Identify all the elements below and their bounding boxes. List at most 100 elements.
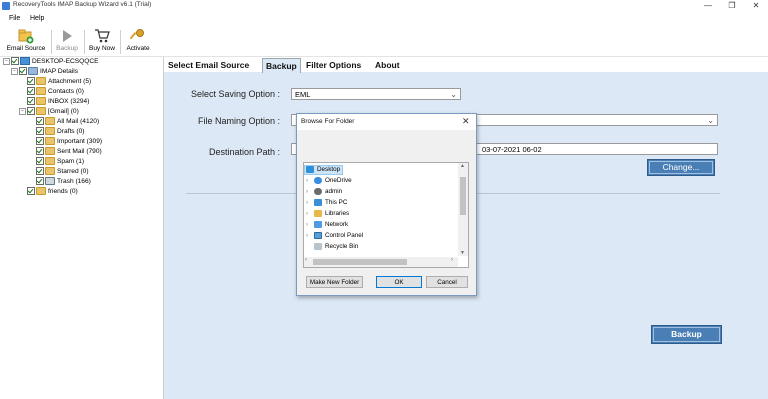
tree-imap-label: IMAP Details (40, 68, 78, 75)
checkbox[interactable] (19, 67, 27, 76)
destination-path-label: Destination Path : (209, 147, 281, 157)
folder-item-libraries[interactable]: › Libraries (306, 208, 349, 219)
checkbox[interactable] (27, 87, 35, 96)
folder-item-recycle-bin[interactable]: Recycle Bin (306, 241, 358, 252)
scroll-right-icon[interactable]: › (451, 257, 453, 263)
naming-option-label: File Naming Option : (198, 116, 281, 126)
menu-bar (0, 13, 768, 25)
computer-icon (314, 198, 322, 206)
tab-select-email-source[interactable]: Select Email Source (165, 58, 252, 72)
tab-filter-options[interactable]: Filter Options (303, 58, 364, 72)
checkbox[interactable] (27, 107, 35, 116)
cancel-button[interactable]: Cancel (426, 276, 468, 288)
computer-icon (20, 57, 30, 66)
saving-option-select[interactable]: EML ⌄ (291, 88, 461, 100)
checkbox[interactable] (36, 177, 44, 186)
checkbox[interactable] (36, 127, 44, 136)
collapse-icon[interactable]: − (19, 107, 26, 115)
checkbox[interactable] (27, 187, 35, 196)
scroll-up-icon[interactable]: ▲ (460, 163, 465, 169)
app-icon (2, 2, 10, 10)
email-source-button[interactable]: Email Source (5, 28, 47, 56)
folder-item-desktop[interactable]: Desktop (306, 164, 340, 175)
tab-about[interactable]: About (372, 58, 403, 72)
tree-item[interactable]: Trash (166) (36, 177, 91, 187)
folder-icon (28, 67, 38, 76)
buy-now-button[interactable]: Buy Now (87, 28, 117, 56)
chevron-down-icon: ⌄ (707, 116, 714, 125)
make-new-folder-button[interactable]: Make New Folder (306, 276, 363, 288)
backup-button[interactable]: Backup (651, 325, 722, 344)
backup-toolbar-button[interactable]: Backup (54, 28, 80, 56)
tree-item[interactable]: Attachment (5) (27, 77, 91, 87)
checkbox[interactable] (36, 157, 44, 166)
folder-icon (45, 137, 55, 146)
tree-item-label: friends (0) (48, 188, 78, 195)
tab-backup[interactable]: Backup (262, 58, 301, 73)
folder-item-label: Recycle Bin (325, 243, 359, 250)
tree-root[interactable]: − DESKTOP-ECSQQCE (3, 57, 99, 67)
tree-item-label: Contacts (0) (48, 88, 84, 95)
user-icon (314, 187, 322, 195)
menu-file[interactable]: File (9, 15, 20, 22)
close-button[interactable]: ✕ (744, 0, 768, 12)
tree-item[interactable]: Sent Mail (790) (36, 147, 102, 157)
control-panel-icon (314, 231, 322, 239)
tree-item[interactable]: Spam (1) (36, 157, 84, 167)
checkbox[interactable] (36, 137, 44, 146)
change-button[interactable]: Change... (647, 159, 715, 176)
checkbox[interactable] (36, 117, 44, 126)
scroll-left-icon[interactable]: ‹ (305, 257, 307, 263)
folder-item-label: admin (325, 188, 343, 195)
checkbox[interactable] (11, 57, 19, 66)
tree-item[interactable]: friends (0) (27, 187, 78, 197)
library-icon (314, 209, 322, 217)
recycle-bin-icon (314, 242, 322, 250)
ok-button[interactable]: OK (376, 276, 422, 288)
folder-icon (36, 87, 46, 96)
toolbar-separator (84, 30, 85, 54)
tree-item[interactable]: Starred (0) (36, 167, 89, 177)
folder-item-network[interactable]: › Network (306, 219, 348, 230)
saving-option-label: Select Saving Option : (191, 89, 281, 99)
horizontal-scroll-thumb[interactable] (313, 259, 407, 265)
desktop-icon (306, 165, 314, 173)
tree-item[interactable]: All Mail (4120) (36, 117, 99, 127)
dialog-title: Browse For Folder (301, 118, 355, 125)
tree-item[interactable]: Important (309) (36, 137, 102, 147)
collapse-icon[interactable]: − (3, 57, 10, 65)
tree-item[interactable]: Contacts (0) (27, 87, 84, 97)
collapse-icon[interactable]: − (11, 67, 18, 75)
chevron-down-icon: ⌄ (450, 90, 457, 99)
tree-item[interactable]: Drafts (0) (36, 127, 84, 137)
destination-path-value: 03-07-2021 06-02 (482, 145, 542, 154)
tree-item-label: INBOX (3294) (48, 98, 90, 105)
folder-item-label: Network (325, 221, 349, 228)
folder-item-admin[interactable]: › admin (306, 186, 342, 197)
vertical-scroll-thumb[interactable] (460, 177, 466, 215)
tree-item[interactable]: INBOX (3294) (27, 97, 89, 107)
folder-item-control-panel[interactable]: › Control Panel (306, 230, 363, 241)
minimize-button[interactable]: — (696, 0, 720, 12)
checkbox[interactable] (36, 167, 44, 176)
toolbar-separator (120, 30, 121, 54)
scroll-down-icon[interactable]: ▼ (460, 250, 465, 256)
tree-item[interactable]: − [Gmail] (0) (19, 107, 79, 117)
folder-icon (36, 187, 46, 196)
checkbox[interactable] (27, 77, 35, 86)
folder-item-this-pc[interactable]: › This PC (306, 197, 347, 208)
tree-item-label: All Mail (4120) (57, 118, 100, 125)
checkbox[interactable] (36, 147, 44, 156)
window-title: RecoveryTools IMAP Backup Wizard v6.1 (T… (13, 1, 152, 8)
activate-button[interactable]: Activate (123, 28, 153, 56)
folder-item-label: Libraries (325, 210, 350, 217)
tree-imap[interactable]: − IMAP Details (11, 67, 78, 77)
folder-item-onedrive[interactable]: › OneDrive (306, 175, 352, 186)
checkbox[interactable] (27, 97, 35, 106)
menu-help[interactable]: Help (30, 15, 44, 22)
folder-item-label: Control Panel (325, 232, 364, 239)
tree-item-label: Drafts (0) (57, 128, 85, 135)
dialog-close-button[interactable]: ✕ (462, 116, 470, 127)
maximize-button[interactable]: ❐ (720, 0, 744, 12)
tree-item-label: [Gmail] (0) (48, 108, 79, 115)
